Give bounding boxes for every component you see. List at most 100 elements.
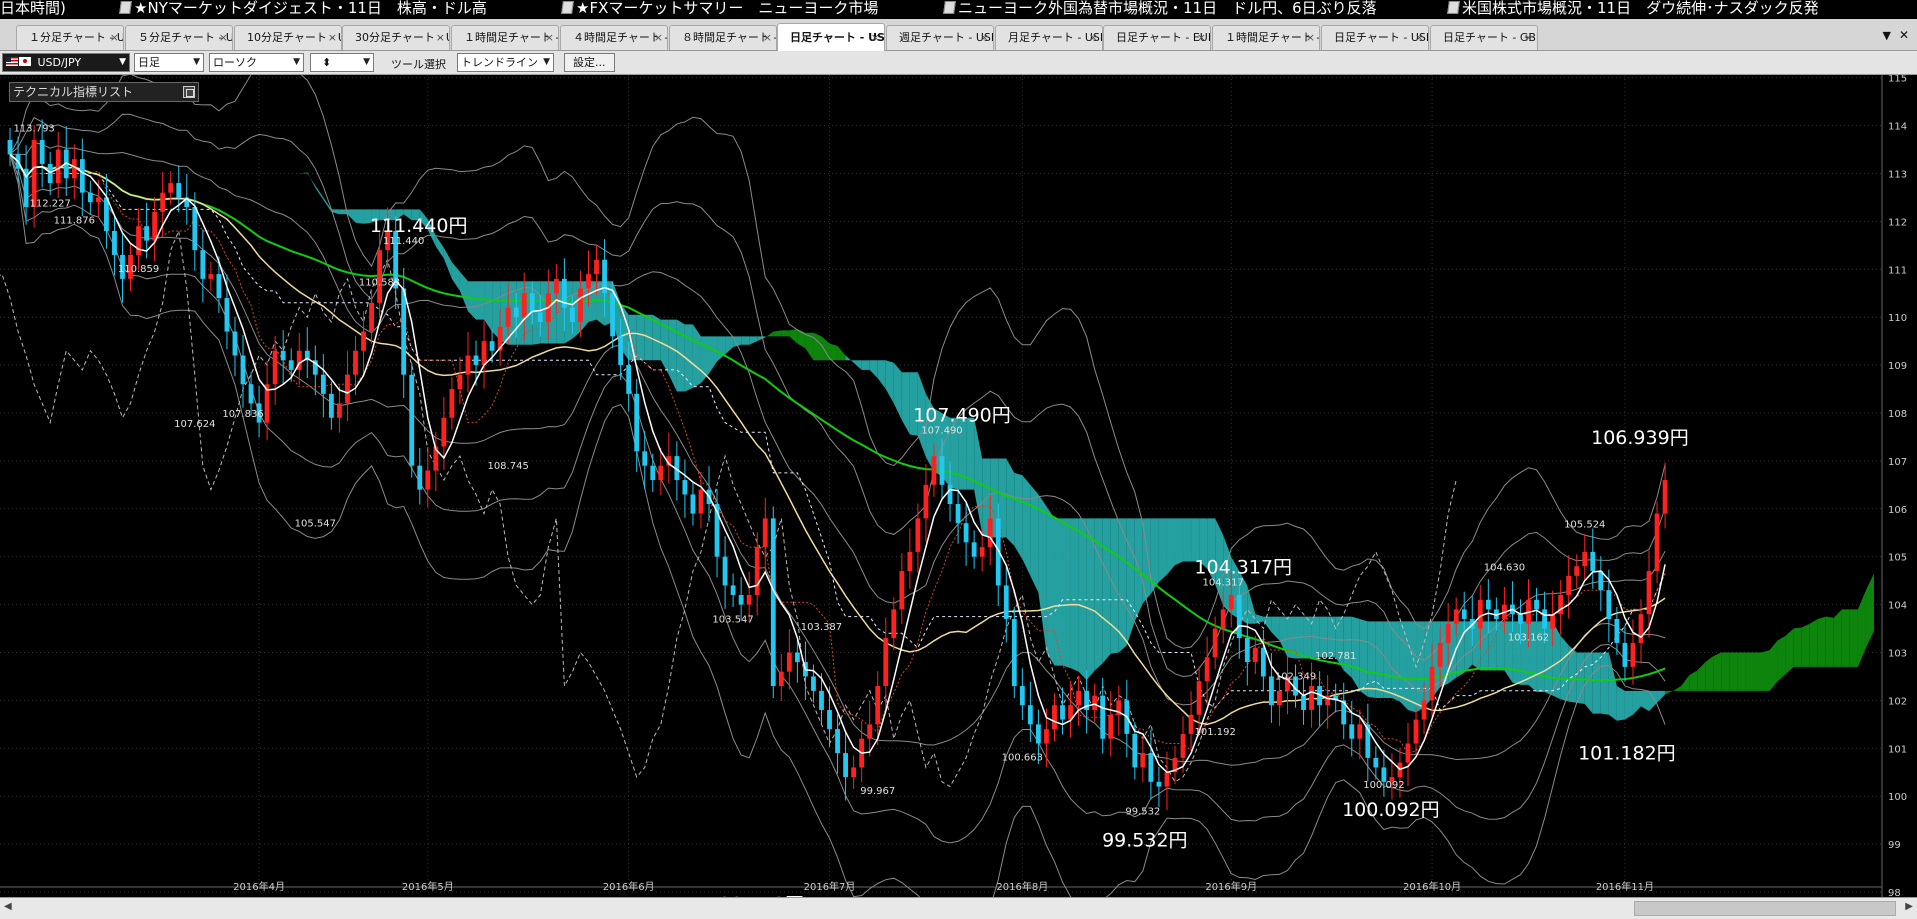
- tab-close-icon[interactable]: ×: [110, 26, 119, 50]
- scrollbar-thumb[interactable]: [1634, 901, 1896, 916]
- candle-body[interactable]: [505, 307, 511, 327]
- chart-tab[interactable]: 月足チャート - USI ×: [995, 25, 1103, 50]
- candle-body[interactable]: [851, 767, 857, 778]
- candle-body[interactable]: [1260, 647, 1266, 677]
- candle-body[interactable]: [1373, 757, 1379, 768]
- candle-body[interactable]: [1566, 575, 1572, 596]
- candle-body[interactable]: [152, 211, 158, 241]
- tab-close-icon[interactable]: ×: [980, 26, 989, 50]
- candle-body[interactable]: [1140, 753, 1146, 768]
- chart-tab[interactable]: 日足チャート - US ×: [777, 23, 885, 51]
- candle-body[interactable]: [529, 293, 535, 313]
- ticker-item[interactable]: 米国株式市場概況・11日 ダウ続伸･ナスダック反発: [1447, 0, 1819, 17]
- candle-body[interactable]: [891, 609, 897, 639]
- tab-close-icon[interactable]: ×: [436, 26, 445, 50]
- candle-style-select[interactable]: ⬍ ▼: [310, 53, 374, 72]
- candle-body[interactable]: [682, 480, 688, 495]
- candle-body[interactable]: [337, 403, 342, 418]
- candle-body[interactable]: [353, 350, 358, 375]
- candle-body[interactable]: [1445, 623, 1451, 643]
- candle-body[interactable]: [746, 595, 752, 605]
- candle-body[interactable]: [1542, 609, 1547, 629]
- candle-body[interactable]: [1405, 743, 1411, 763]
- chart-tab[interactable]: １時間足チャート - ×: [451, 25, 559, 50]
- candle-body[interactable]: [1301, 695, 1306, 710]
- candle-body[interactable]: [738, 595, 744, 605]
- tab-close-icon[interactable]: ×: [763, 26, 772, 50]
- candle-body[interactable]: [248, 384, 254, 404]
- tab-list-dropdown-icon[interactable]: ▼: [1883, 29, 1891, 42]
- candle-body[interactable]: [979, 547, 985, 557]
- candle-body[interactable]: [1003, 585, 1009, 619]
- technical-indicator-panel[interactable]: テクニカル指標リスト: [9, 82, 199, 102]
- tab-close-icon[interactable]: ×: [1089, 26, 1098, 50]
- candle-body[interactable]: [1268, 676, 1274, 706]
- candle-body[interactable]: [1044, 729, 1049, 744]
- candle-body[interactable]: [232, 331, 238, 356]
- candle-body[interactable]: [1180, 733, 1186, 758]
- candle-body[interactable]: [1100, 695, 1106, 739]
- candle-body[interactable]: [899, 571, 905, 610]
- candle-body[interactable]: [650, 465, 656, 481]
- ticker-item[interactable]: ★NYマーケットダイジェスト・11日 株高・ドル高: [119, 0, 487, 17]
- candle-body[interactable]: [883, 638, 889, 687]
- candle-body[interactable]: [1252, 647, 1258, 663]
- candle-body[interactable]: [87, 192, 93, 203]
- candle-body[interactable]: [843, 753, 848, 778]
- candle-body[interactable]: [144, 226, 150, 241]
- symbol-select[interactable]: USD/JPY ▼: [2, 53, 130, 72]
- candle-body[interactable]: [1309, 686, 1314, 710]
- candle-body[interactable]: [457, 374, 463, 390]
- candle-body[interactable]: [658, 465, 664, 481]
- candle-body[interactable]: [867, 724, 873, 739]
- candle-body[interactable]: [786, 652, 792, 672]
- candle-body[interactable]: [610, 293, 616, 337]
- candle-body[interactable]: [320, 374, 326, 394]
- candle-body[interactable]: [1076, 690, 1081, 706]
- candle-body[interactable]: [537, 312, 543, 322]
- close-all-tabs-icon[interactable]: ✕: [1899, 28, 1909, 42]
- candle-body[interactable]: [1413, 719, 1419, 744]
- candle-body[interactable]: [987, 518, 993, 548]
- candle-body[interactable]: [1614, 618, 1620, 643]
- chart-tab[interactable]: 10分足チャート - U ×: [234, 25, 342, 50]
- candle-body[interactable]: [642, 451, 648, 466]
- candle-body[interactable]: [931, 456, 937, 485]
- candle-body[interactable]: [1228, 595, 1234, 610]
- candle-body[interactable]: [1108, 714, 1114, 739]
- candle-body[interactable]: [521, 293, 527, 318]
- candle-body[interactable]: [618, 336, 624, 366]
- candle-body[interactable]: [465, 355, 471, 375]
- candle-body[interactable]: [754, 547, 760, 596]
- candle-body[interactable]: [594, 259, 599, 275]
- candle-body[interactable]: [1630, 642, 1636, 667]
- candle-body[interactable]: [1036, 724, 1041, 744]
- candle-body[interactable]: [160, 192, 166, 212]
- candle-body[interactable]: [345, 374, 350, 404]
- candle-body[interactable]: [216, 274, 222, 299]
- chart-tab[interactable]: 30分足チャート - U ×: [342, 25, 450, 50]
- candle-body[interactable]: [770, 518, 776, 687]
- candle-body[interactable]: [971, 542, 977, 557]
- candle-body[interactable]: [272, 350, 278, 385]
- candle-body[interactable]: [1461, 609, 1467, 619]
- candle-body[interactable]: [835, 729, 840, 754]
- chart-tab[interactable]: 週足チャート - USI ×: [886, 25, 994, 50]
- chart-type-select[interactable]: ローソク ▼: [209, 53, 304, 72]
- ticker-item[interactable]: 日本時間): [0, 0, 66, 17]
- chart-tab[interactable]: 日足チャート - USI ×: [1321, 25, 1429, 50]
- tab-close-icon[interactable]: ×: [1415, 26, 1424, 50]
- candle-body[interactable]: [963, 523, 969, 543]
- candle-body[interactable]: [1421, 700, 1427, 720]
- candle-body[interactable]: [1518, 614, 1523, 624]
- candle-body[interactable]: [47, 163, 53, 184]
- candle-body[interactable]: [778, 671, 784, 687]
- candle-body[interactable]: [1236, 595, 1242, 639]
- candle-body[interactable]: [112, 230, 117, 255]
- price-chart[interactable]: 98 99 100 101 102 103 104 105 106 107 108 109 110 111…: [0, 75, 1917, 897]
- candle-body[interactable]: [208, 274, 214, 279]
- candle-body[interactable]: [31, 139, 37, 208]
- candle-body[interactable]: [1646, 571, 1652, 615]
- candle-body[interactable]: [1574, 566, 1580, 576]
- chart-tab[interactable]: ５分足チャート - U ×: [125, 25, 233, 50]
